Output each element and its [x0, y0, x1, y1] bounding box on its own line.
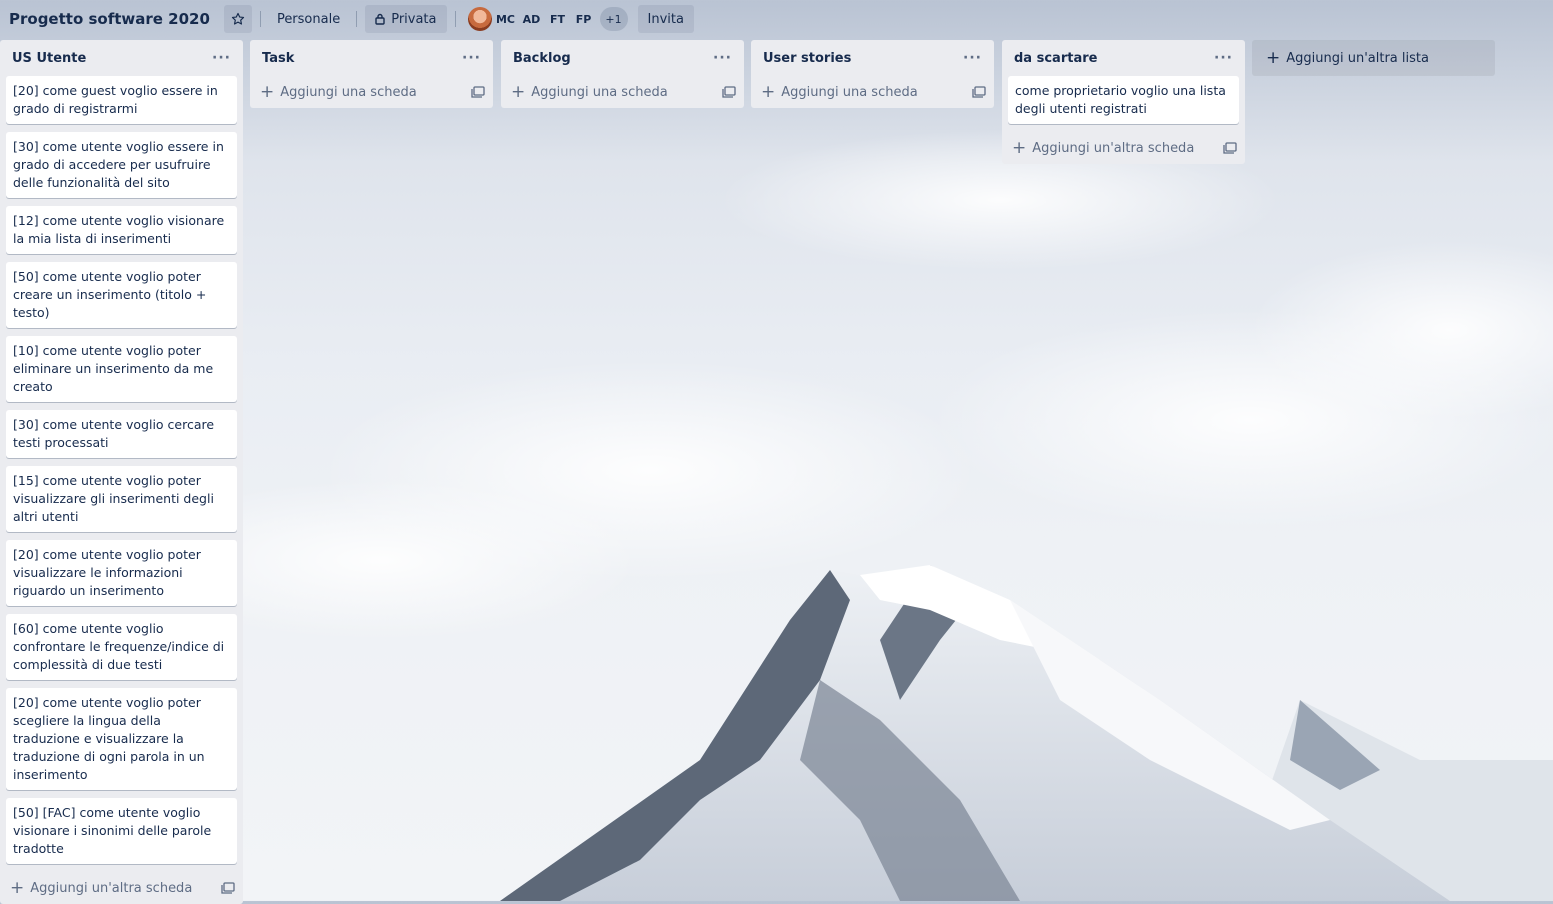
card[interactable]: [20] come utente voglio poter visualizza…	[6, 540, 237, 606]
list-menu-icon[interactable]: ···	[208, 50, 235, 66]
add-card-button[interactable]: + Aggiungi una scheda	[511, 81, 668, 102]
card[interactable]: [30] come utente voglio cercare testi pr…	[6, 410, 237, 458]
card[interactable]: [20] come utente voglio poter scegliere …	[6, 688, 237, 790]
list-header: US Utente ···	[0, 40, 243, 76]
avatar[interactable]	[467, 7, 492, 31]
list-header: da scartare ···	[1002, 40, 1245, 76]
lock-icon	[375, 13, 385, 25]
add-card-button[interactable]: + Aggiungi un'altra scheda	[1012, 137, 1195, 158]
card[interactable]: come proprietario voglio una lista degli…	[1008, 76, 1239, 124]
member-avatar-ad[interactable]: AD	[520, 7, 544, 31]
add-card-label: Aggiungi una scheda	[531, 84, 668, 100]
workspace-button[interactable]: Personale	[269, 5, 348, 33]
card[interactable]: [50] [FAC] come utente voglio visionare …	[6, 798, 237, 864]
plus-icon: +	[10, 877, 25, 898]
list-da-scartare: da scartare ··· come proprietario voglio…	[1002, 40, 1245, 164]
invite-button[interactable]: Invita	[637, 5, 694, 33]
list-footer: + Aggiungi una scheda	[250, 76, 493, 108]
list-us-utente: US Utente ··· [20] come guest voglio ess…	[0, 40, 243, 904]
visibility-label: Privata	[391, 11, 437, 27]
card-template-icon[interactable]	[1223, 142, 1237, 154]
card-list: come proprietario voglio una lista degli…	[1002, 76, 1245, 124]
list-title[interactable]: Backlog	[513, 51, 571, 66]
header-divider	[454, 11, 456, 27]
board-header: Progetto software 2020 Personale Privata…	[0, 0, 1553, 38]
list-footer: + Aggiungi una scheda	[751, 76, 994, 108]
card-template-icon[interactable]	[972, 86, 986, 98]
add-card-button[interactable]: + Aggiungi un'altra scheda	[10, 877, 193, 898]
add-list-label: Aggiungi un'altra lista	[1286, 50, 1429, 66]
add-card-label: Aggiungi un'altra scheda	[1032, 140, 1195, 156]
list-menu-icon[interactable]: ···	[458, 50, 485, 66]
board-members: MC AD FT FP +1	[467, 7, 628, 31]
list-menu-icon[interactable]: ···	[959, 50, 986, 66]
card[interactable]: [30] come utente voglio essere in grado …	[6, 132, 237, 198]
card[interactable]: [50] come utente voglio poter creare un …	[6, 262, 237, 328]
add-card-label: Aggiungi una scheda	[280, 84, 417, 100]
list-title[interactable]: Task	[262, 51, 294, 66]
plus-icon: +	[761, 81, 776, 102]
list-menu-icon[interactable]: ···	[1210, 50, 1237, 66]
card[interactable]: [12] come utente voglio visionare la mia…	[6, 206, 237, 254]
card-template-icon[interactable]	[221, 882, 235, 894]
star-button[interactable]	[223, 5, 252, 33]
card-template-icon[interactable]	[471, 86, 485, 98]
list-task: Task ··· + Aggiungi una scheda	[250, 40, 493, 108]
list-footer: + Aggiungi un'altra scheda	[0, 872, 243, 904]
add-card-button[interactable]: + Aggiungi una scheda	[260, 81, 417, 102]
list-title[interactable]: da scartare	[1014, 51, 1097, 66]
board-title[interactable]: Progetto software 2020	[9, 10, 210, 28]
plus-icon: +	[1266, 47, 1281, 68]
member-avatar-mc[interactable]: MC	[494, 7, 518, 31]
card-template-icon[interactable]	[722, 86, 736, 98]
list-footer: + Aggiungi un'altra scheda	[1002, 132, 1245, 164]
list-header: User stories ···	[751, 40, 994, 76]
add-card-label: Aggiungi un'altra scheda	[30, 880, 193, 896]
plus-icon: +	[260, 81, 275, 102]
header-divider	[356, 11, 358, 27]
add-list-button[interactable]: + Aggiungi un'altra lista	[1252, 40, 1495, 76]
list-header: Task ···	[250, 40, 493, 76]
list-title[interactable]: User stories	[763, 51, 851, 66]
plus-icon: +	[1012, 137, 1027, 158]
list-menu-icon[interactable]: ···	[709, 50, 736, 66]
card[interactable]: [15] come utente voglio poter visualizza…	[6, 466, 237, 532]
add-card-label: Aggiungi una scheda	[781, 84, 918, 100]
card[interactable]: [60] come utente voglio confrontare le f…	[6, 614, 237, 680]
list-title[interactable]: US Utente	[12, 51, 86, 66]
card-list: [20] come guest voglio essere in grado d…	[0, 76, 243, 864]
add-card-button[interactable]: + Aggiungi una scheda	[761, 81, 918, 102]
list-footer: + Aggiungi una scheda	[501, 76, 744, 108]
list-user-stories: User stories ··· + Aggiungi una scheda	[751, 40, 994, 108]
member-avatar-ft[interactable]: FT	[546, 7, 570, 31]
star-icon	[231, 12, 245, 25]
list-header: Backlog ···	[501, 40, 744, 76]
visibility-button[interactable]: Privata	[365, 5, 447, 33]
member-avatar-fp[interactable]: FP	[572, 7, 596, 31]
header-divider	[259, 11, 261, 27]
more-members-button[interactable]: +1	[599, 7, 628, 31]
card[interactable]: [10] come utente voglio poter eliminare …	[6, 336, 237, 402]
plus-icon: +	[511, 81, 526, 102]
card[interactable]: [20] come guest voglio essere in grado d…	[6, 76, 237, 124]
list-backlog: Backlog ··· + Aggiungi una scheda	[501, 40, 744, 108]
